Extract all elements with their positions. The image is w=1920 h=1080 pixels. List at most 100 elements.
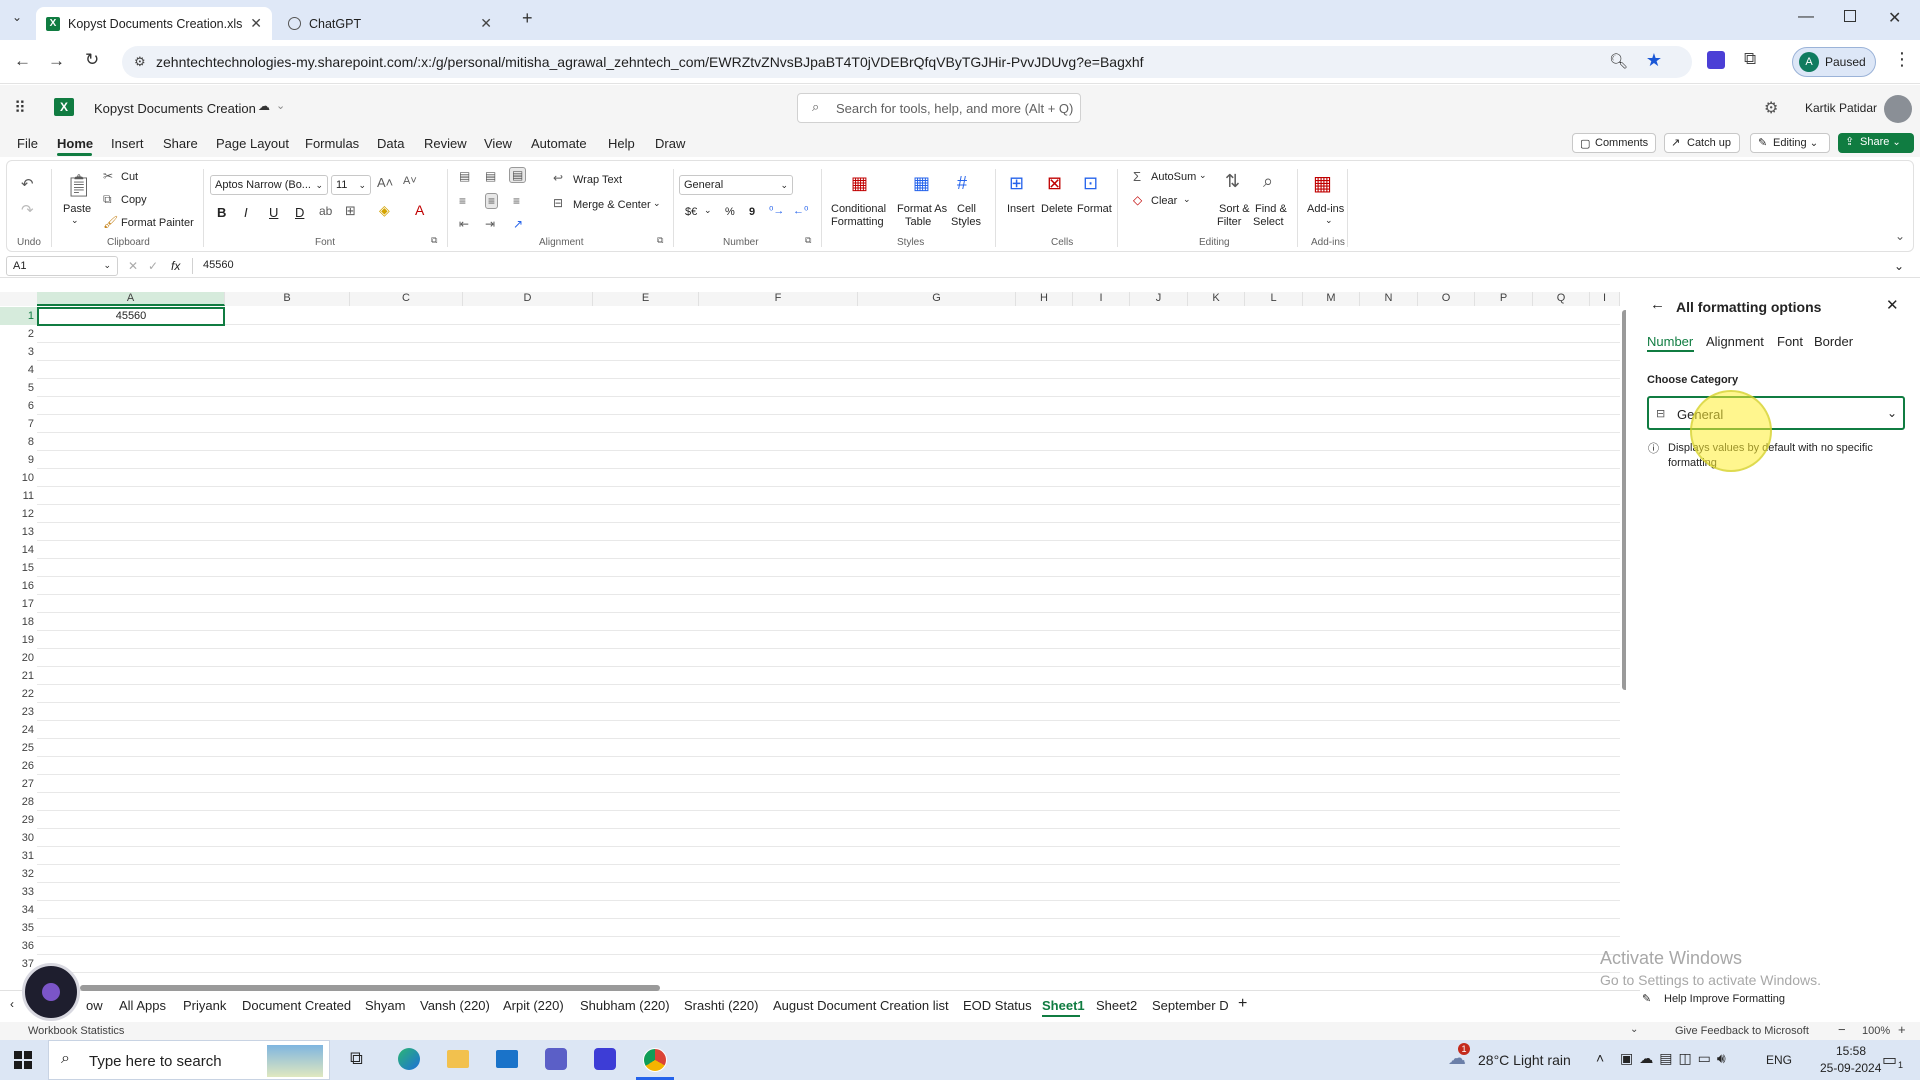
paste-icon[interactable]: 📋︎ xyxy=(65,173,93,199)
font-size-dropdown[interactable]: 11 ⌄ xyxy=(331,175,371,195)
align-right-icon[interactable]: ≡ xyxy=(513,194,520,208)
app-icon[interactable] xyxy=(594,1048,616,1070)
increase-decimal-icon[interactable]: ⁰→ xyxy=(769,204,784,217)
tab-number[interactable]: Number xyxy=(1647,334,1693,349)
align-center-icon[interactable]: ≡ xyxy=(485,193,499,209)
sheet-tab[interactable]: September D xyxy=(1152,998,1229,1013)
paste-button[interactable]: Paste xyxy=(63,203,91,215)
column-header[interactable]: D xyxy=(463,292,593,306)
menu-insert[interactable]: Insert xyxy=(111,136,144,151)
cancel-entry-icon[interactable]: ✕ xyxy=(128,259,138,273)
currency-button[interactable]: $€ xyxy=(685,206,697,218)
close-tab-icon[interactable]: ✕ xyxy=(250,15,262,32)
close-window-icon[interactable]: ✕ xyxy=(1888,8,1901,28)
comma-button[interactable]: 9 xyxy=(749,206,755,218)
row-header[interactable]: 20 xyxy=(0,649,37,667)
menu-help[interactable]: Help xyxy=(608,136,635,151)
windows-start-icon[interactable] xyxy=(14,1051,32,1069)
back-icon[interactable]: ← xyxy=(14,51,31,71)
row-header[interactable]: 10 xyxy=(0,469,37,487)
sheet-tab-active[interactable]: Sheet1 xyxy=(1042,998,1085,1013)
restore-icon[interactable] xyxy=(1844,10,1856,22)
row-header[interactable]: 5 xyxy=(0,379,37,397)
format-cells-button[interactable]: Format xyxy=(1077,203,1112,215)
teams-icon[interactable] xyxy=(545,1048,567,1070)
row-header[interactable]: 34 xyxy=(0,901,37,919)
row-header[interactable]: 13 xyxy=(0,523,37,541)
autosum-button[interactable]: AutoSum xyxy=(1151,171,1196,183)
sheet-tab-partial[interactable]: ow xyxy=(86,998,103,1013)
increase-font-icon[interactable]: A˄ xyxy=(377,175,393,190)
row-header[interactable]: 1 xyxy=(0,307,37,325)
sheet-tab[interactable]: Shyam xyxy=(365,998,405,1013)
back-arrow-icon[interactable]: ← xyxy=(1650,296,1665,313)
conditional-formatting-button[interactable]: Conditional xyxy=(831,203,886,215)
row-header[interactable]: 35 xyxy=(0,919,37,937)
row-header[interactable]: 9 xyxy=(0,451,37,469)
row-header[interactable]: 29 xyxy=(0,811,37,829)
chevron-down-icon[interactable]: ⌄ xyxy=(1630,1024,1638,1035)
column-header[interactable]: J xyxy=(1130,292,1188,306)
wrap-text-button[interactable]: Wrap Text xyxy=(573,174,622,186)
weather-text[interactable]: 28°C Light rain xyxy=(1478,1052,1571,1068)
sort-filter-button[interactable]: Sort & xyxy=(1219,203,1250,215)
dialog-launcher-icon[interactable]: ⧉ xyxy=(805,235,811,246)
decrease-decimal-icon[interactable]: ←⁰ xyxy=(793,204,808,217)
orientation-icon[interactable]: ↗ xyxy=(513,217,523,231)
find-select-button[interactable]: Find & xyxy=(1255,203,1287,215)
sheet-tab[interactable]: Vansh (220) xyxy=(420,998,490,1013)
chevron-down-icon[interactable]: ⌄ xyxy=(71,215,79,226)
column-header[interactable]: O xyxy=(1418,292,1475,306)
help-improve-link[interactable]: Help Improve Formatting xyxy=(1664,993,1785,1005)
tab-border[interactable]: Border xyxy=(1814,334,1853,349)
zoom-out-icon[interactable]: − xyxy=(1838,1022,1846,1037)
font-name-dropdown[interactable]: Aptos Narrow (Bo... ⌄ xyxy=(210,175,328,195)
row-header[interactable]: 3 xyxy=(0,343,37,361)
dialog-launcher-icon[interactable]: ⧉ xyxy=(657,235,663,246)
mail-icon[interactable] xyxy=(496,1050,518,1068)
autosave-icon[interactable]: ☁ xyxy=(258,99,270,113)
row-header[interactable]: 36 xyxy=(0,937,37,955)
format-painter-button[interactable]: Format Painter xyxy=(121,217,194,229)
redo-icon[interactable]: ↷ xyxy=(21,201,34,219)
sheet-tab[interactable]: All Apps xyxy=(119,998,166,1013)
cell-a1[interactable]: 45560 xyxy=(37,307,225,326)
row-header[interactable]: 8 xyxy=(0,433,37,451)
menu-kebab-icon[interactable]: ⋮ xyxy=(1893,49,1911,70)
bold-button[interactable]: B xyxy=(217,205,226,220)
profile-button[interactable]: A Paused xyxy=(1792,47,1876,77)
row-header[interactable]: 23 xyxy=(0,703,37,721)
sheet-tab[interactable]: Priyank xyxy=(183,998,226,1013)
menu-view[interactable]: View xyxy=(484,136,512,151)
notification-icon[interactable]: ▭ xyxy=(1882,1050,1897,1070)
row-header[interactable]: 15 xyxy=(0,559,37,577)
worksheet-grid[interactable]: A B C D E F G H I J K L M N O P Q I 1234… xyxy=(0,292,1626,976)
tab-excel[interactable]: X Kopyst Documents Creation.xls ✕ xyxy=(36,7,272,40)
underline-button[interactable]: U xyxy=(269,205,278,220)
forward-icon[interactable]: → xyxy=(48,51,65,71)
copy-button[interactable]: Copy xyxy=(121,194,147,206)
row-header[interactable]: 2 xyxy=(0,325,37,343)
undo-icon[interactable]: ↶ xyxy=(21,175,34,193)
row-header[interactable]: 24 xyxy=(0,721,37,739)
format-as-table-button[interactable]: Format As xyxy=(897,203,947,215)
zoom-in-icon[interactable]: + xyxy=(1898,1022,1906,1037)
sheet-tab[interactable]: Shubham (220) xyxy=(580,998,670,1013)
url-input[interactable]: ⚙ zehntechtechnologies-my.sharepoint.com… xyxy=(122,46,1692,78)
column-header[interactable]: Q xyxy=(1533,292,1590,306)
catch-up-button[interactable]: ↗ Catch up xyxy=(1664,133,1740,153)
chevron-down-icon[interactable]: ⌄ xyxy=(1199,170,1207,181)
row-header[interactable]: 17 xyxy=(0,595,37,613)
formula-input[interactable]: 45560 xyxy=(203,259,234,271)
add-sheet-icon[interactable]: + xyxy=(1238,995,1247,1013)
add-ins-button[interactable]: Add-ins xyxy=(1307,203,1344,215)
tab-font[interactable]: Font xyxy=(1777,334,1803,349)
menu-share[interactable]: Share xyxy=(163,136,198,151)
ribbon-collapse-icon[interactable]: ⌄ xyxy=(1895,229,1905,243)
chevron-down-icon[interactable]: ⌄ xyxy=(1325,215,1333,226)
settings-gear-icon[interactable]: ⚙ xyxy=(1764,98,1778,118)
vertical-scrollbar[interactable] xyxy=(1622,310,1626,690)
comments-button[interactable]: ▢ Comments xyxy=(1572,133,1656,153)
site-info-icon[interactable]: ⚙ xyxy=(134,54,146,70)
fill-color-icon[interactable]: ◈ xyxy=(379,202,390,219)
